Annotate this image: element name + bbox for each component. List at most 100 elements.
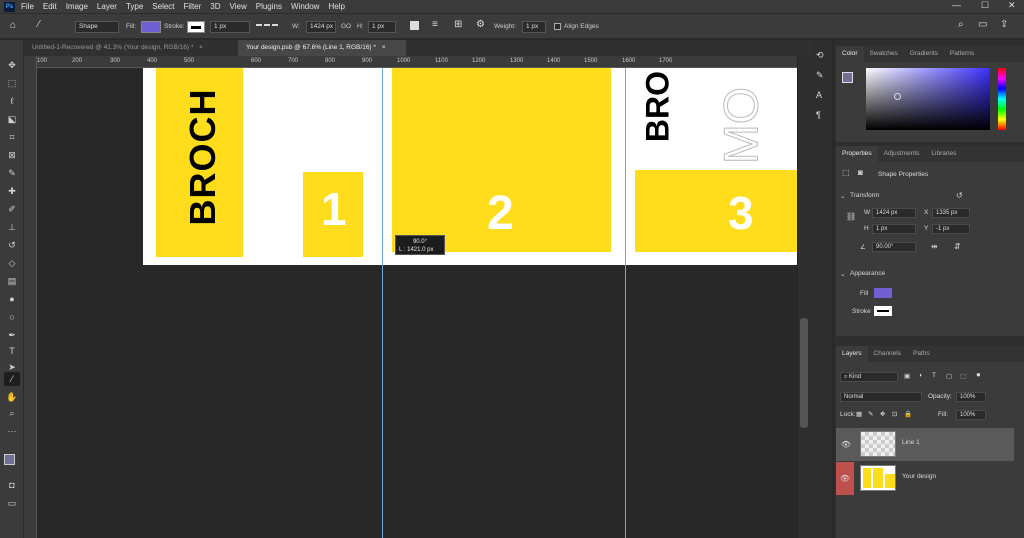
- tab-your-design[interactable]: Your design.psb @ 67.6% (Line 1, RGB/16)…: [238, 40, 406, 56]
- screen-mode-icon[interactable]: ▭: [4, 496, 20, 510]
- line-1-shape[interactable]: [382, 68, 383, 538]
- lasso-tool-icon[interactable]: ℓ: [4, 94, 20, 108]
- menu-edit[interactable]: Edit: [43, 2, 57, 11]
- shape-width-field[interactable]: 1424 px: [872, 208, 916, 218]
- type-tool-icon[interactable]: T: [4, 344, 20, 358]
- transform-section-label[interactable]: Transform: [850, 192, 879, 199]
- hand-tool-icon[interactable]: ✋: [4, 390, 20, 404]
- shape-y-field[interactable]: -1 px: [932, 224, 970, 234]
- gear-icon[interactable]: ⚙: [476, 19, 485, 30]
- menu-file[interactable]: File: [21, 2, 34, 11]
- marquee-tool-icon[interactable]: ⬚: [4, 76, 20, 90]
- tab-properties[interactable]: Properties: [836, 146, 878, 162]
- width-field[interactable]: 1424 px: [306, 21, 336, 33]
- quick-mask-icon[interactable]: ◘: [4, 478, 20, 492]
- lock-all-icon[interactable]: 🔒: [904, 410, 912, 418]
- eye-icon[interactable]: 👁: [836, 462, 854, 495]
- foreground-color-swatch[interactable]: [842, 72, 853, 83]
- share-icon[interactable]: ⇪: [1000, 19, 1008, 30]
- fill-swatch[interactable]: [141, 21, 161, 33]
- tool-mode-select[interactable]: Shape: [75, 21, 119, 33]
- appearance-section-label[interactable]: Appearance: [850, 270, 885, 277]
- history-brush-tool-icon[interactable]: ↺: [4, 238, 20, 252]
- pixel-filter-icon[interactable]: ▣: [904, 372, 910, 380]
- fill-field[interactable]: 100%: [956, 410, 986, 420]
- adjustment-filter-icon[interactable]: ◑: [918, 372, 922, 379]
- smart-object-filter-icon[interactable]: ⬚: [960, 372, 966, 380]
- color-picker-cursor[interactable]: [894, 93, 901, 100]
- menu-view[interactable]: View: [230, 2, 247, 11]
- layer-row-line-1[interactable]: 👁 Line 1: [836, 428, 1014, 461]
- hue-slider[interactable]: [998, 68, 1006, 130]
- shape-filter-icon[interactable]: ▢: [946, 372, 952, 380]
- more-tools-icon[interactable]: ···: [4, 424, 20, 438]
- shape-height-field[interactable]: 1 px: [872, 224, 916, 234]
- tab-paths[interactable]: Paths: [907, 346, 936, 362]
- history-panel-icon[interactable]: ⟲: [816, 50, 824, 61]
- flip-horizontal-icon[interactable]: ⇹: [931, 242, 938, 251]
- artboard[interactable]: BROCH 1 2 BRO MO 3: [143, 68, 797, 265]
- tab-patterns[interactable]: Patterns: [944, 46, 980, 62]
- move-tool-icon[interactable]: ✥: [4, 58, 20, 72]
- layer-row-your-design[interactable]: 👁 Your design: [836, 462, 1014, 495]
- flip-vertical-icon[interactable]: ⇵: [954, 242, 961, 251]
- reset-transform-icon[interactable]: ↺: [956, 191, 963, 200]
- align-edges-checkbox[interactable]: [554, 23, 561, 30]
- tab-channels[interactable]: Channels: [868, 346, 907, 362]
- brush-tool-icon[interactable]: ✐: [4, 202, 20, 216]
- home-icon[interactable]: ⌂: [10, 20, 16, 31]
- menu-help[interactable]: Help: [328, 2, 344, 11]
- layer-filter-kind-select[interactable]: ⌕ Kind: [840, 372, 898, 382]
- paragraph-panel-icon[interactable]: ¶: [816, 110, 821, 120]
- vertical-scrollbar[interactable]: [797, 56, 810, 538]
- close-tab-icon[interactable]: ×: [382, 44, 386, 51]
- frame-tool-icon[interactable]: ⊠: [4, 148, 20, 162]
- character-panel-icon[interactable]: A: [816, 90, 822, 100]
- menu-3d[interactable]: 3D: [210, 2, 220, 11]
- healing-brush-tool-icon[interactable]: ✚: [4, 184, 20, 198]
- stamp-tool-icon[interactable]: ⊥: [4, 220, 20, 234]
- tab-swatches[interactable]: Swatches: [864, 46, 904, 62]
- path-alignment-icon[interactable]: ≡: [432, 19, 438, 30]
- tab-untitled-recovered[interactable]: Untitled-1-Recovered @ 41.3% (Your desig…: [24, 40, 236, 56]
- blend-mode-select[interactable]: Normal: [840, 392, 922, 402]
- vertical-ruler[interactable]: [24, 56, 37, 538]
- lock-pixels-icon[interactable]: ✎: [868, 410, 873, 418]
- menu-image[interactable]: Image: [66, 2, 88, 11]
- eraser-tool-icon[interactable]: ◇: [4, 256, 20, 270]
- guide-line[interactable]: [625, 68, 626, 538]
- eyedropper-tool-icon[interactable]: ✎: [4, 166, 20, 180]
- menu-layer[interactable]: Layer: [97, 2, 117, 11]
- crop-tool-icon[interactable]: ⌗: [4, 130, 20, 144]
- menu-filter[interactable]: Filter: [184, 2, 202, 11]
- menu-type[interactable]: Type: [126, 2, 143, 11]
- tab-color[interactable]: Color: [836, 46, 864, 62]
- weight-field[interactable]: 1 px: [522, 21, 546, 33]
- lock-transparency-icon[interactable]: ▦: [856, 410, 862, 418]
- dodge-tool-icon[interactable]: ○: [4, 310, 20, 324]
- document-canvas[interactable]: BROCH 1 2 BRO MO 3 90.0° L : 1421.0 px: [37, 68, 797, 538]
- type-filter-icon[interactable]: T: [932, 372, 936, 379]
- lock-artboard-icon[interactable]: ⊡: [892, 410, 897, 418]
- shape-x-field[interactable]: 1335 px: [932, 208, 970, 218]
- chevron-down-icon[interactable]: ⌄: [840, 192, 845, 200]
- angle-field[interactable]: 90.00°: [872, 242, 916, 252]
- pen-tool-icon[interactable]: ✒: [4, 328, 20, 342]
- close-tab-icon[interactable]: ×: [199, 44, 203, 51]
- color-picker-field[interactable]: [866, 68, 990, 130]
- zoom-tool-icon[interactable]: ⌕: [4, 406, 20, 420]
- line-tool-preset-icon[interactable]: ⁄: [38, 19, 40, 30]
- gradient-tool-icon[interactable]: ▤: [4, 274, 20, 288]
- blur-tool-icon[interactable]: ●: [4, 292, 20, 306]
- fill-swatch[interactable]: [874, 288, 892, 298]
- eye-icon[interactable]: 👁: [838, 436, 854, 452]
- workspace-icon[interactable]: ▭: [978, 19, 987, 30]
- opacity-field[interactable]: 100%: [956, 392, 986, 402]
- object-selection-tool-icon[interactable]: ⬕: [4, 112, 20, 126]
- tab-libraries[interactable]: Libraries: [925, 146, 962, 162]
- path-arrangement-icon[interactable]: ⊞: [454, 19, 462, 30]
- line-tool-icon[interactable]: ⁄: [4, 372, 20, 386]
- menu-window[interactable]: Window: [291, 2, 319, 11]
- path-operations-icon[interactable]: [410, 21, 419, 30]
- scrollbar-thumb[interactable]: [800, 318, 808, 428]
